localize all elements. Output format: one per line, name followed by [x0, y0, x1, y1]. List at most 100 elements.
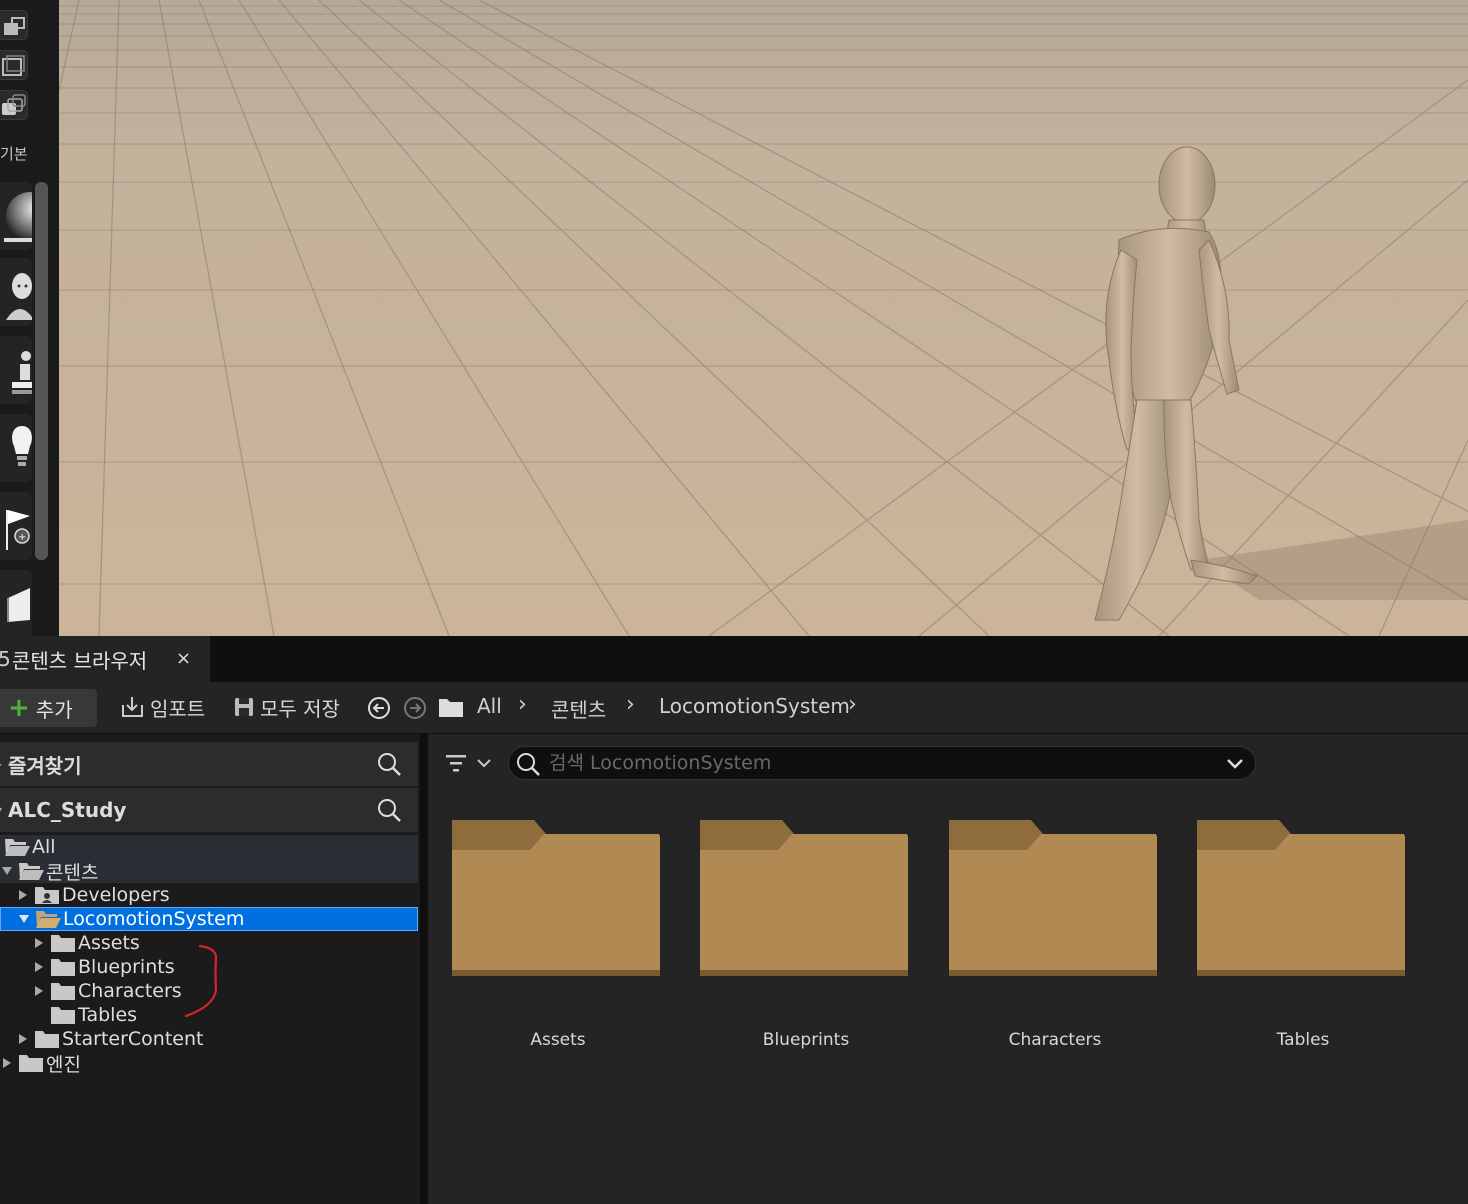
tree-item-label: Blueprints: [78, 956, 175, 978]
folder-tile-characters[interactable]: Characters: [947, 818, 1163, 1058]
sphere-icon[interactable]: [0, 182, 32, 250]
forward-arrow-icon[interactable]: [402, 695, 428, 721]
project-header[interactable]: ▾ ALC_Study: [0, 788, 418, 832]
chevron-down-icon[interactable]: [1225, 754, 1245, 774]
tree-item-label: LocomotionSystem: [63, 908, 245, 930]
tree-item-label: 콘텐츠: [46, 861, 99, 884]
place-actor-stack-icon[interactable]: [0, 90, 28, 120]
place-actor-cube-icon[interactable]: [0, 10, 28, 40]
tab-glyph: 5: [0, 647, 11, 671]
breadcrumb-chevron-icon[interactable]: ›: [626, 692, 635, 717]
tree-item-label: StarterContent: [62, 1028, 204, 1050]
close-icon[interactable]: ×: [176, 648, 191, 669]
place-actor-plane-icon[interactable]: [0, 50, 28, 80]
folder-tile-assets[interactable]: Assets: [450, 818, 666, 1058]
import-icon: [122, 697, 143, 717]
filter-icon: [446, 755, 491, 772]
open-folder-icon: [18, 861, 44, 881]
light-bulb-icon[interactable]: [0, 414, 32, 482]
pawn-icon[interactable]: [0, 336, 32, 404]
folder-icon: [50, 933, 76, 953]
place-actors-panel: 기본 +: [0, 0, 59, 638]
toolbar-scrollbar[interactable]: [35, 182, 48, 560]
folder-icon: [452, 820, 660, 976]
open-folder-icon: [4, 837, 30, 857]
expand-caret-icon[interactable]: ▾: [0, 803, 8, 817]
collapse-arrow-icon[interactable]: [32, 961, 46, 973]
breadcrumb-all[interactable]: All: [477, 694, 502, 718]
open-folder-icon: [35, 909, 61, 929]
save-all-button[interactable]: 모두 저장: [232, 692, 340, 722]
tab-title: 콘텐츠 브라우저: [12, 648, 148, 673]
tree-item-content[interactable]: 콘텐츠: [0, 859, 418, 884]
folder-icon: [949, 820, 1157, 976]
collapse-arrow-icon[interactable]: [16, 1033, 30, 1045]
tree-item-label: Tables: [78, 1004, 138, 1026]
character-icon[interactable]: [0, 258, 32, 326]
tree-item-engine[interactable]: 엔진: [0, 1051, 418, 1076]
search-input[interactable]: [549, 750, 1209, 776]
tree-item-startercontent[interactable]: StarterContent: [0, 1027, 418, 1051]
panel-splitter[interactable]: [420, 734, 428, 1204]
level-viewport[interactable]: [59, 0, 1468, 636]
breadcrumb-locomotion[interactable]: LocomotionSystem: [659, 694, 850, 718]
tree-item-label: 엔진: [46, 1053, 81, 1076]
asset-search-box[interactable]: [508, 746, 1256, 780]
folder-icon: [700, 820, 908, 976]
search-icon[interactable]: [376, 797, 402, 823]
breadcrumb-chevron-icon[interactable]: ›: [518, 692, 527, 717]
svg-text:+: +: [18, 532, 26, 543]
folder-tile-blueprints[interactable]: Blueprints: [698, 818, 914, 1058]
collapse-arrow-icon[interactable]: [16, 889, 30, 901]
search-icon: [517, 753, 540, 776]
folder-icon: [50, 957, 76, 977]
folder-label: Characters: [1008, 1030, 1102, 1050]
breadcrumb-chevron-icon[interactable]: ›: [848, 692, 857, 717]
search-icon[interactable]: [376, 751, 402, 777]
folder-icon: [1197, 820, 1405, 976]
expand-arrow-icon[interactable]: [17, 914, 31, 924]
expand-arrow-icon[interactable]: [0, 866, 14, 876]
project-title: ALC_Study: [8, 798, 127, 822]
breadcrumb-content[interactable]: 콘텐츠: [551, 694, 606, 723]
tree-item-label: Assets: [78, 932, 140, 954]
collapse-arrow-icon[interactable]: [0, 1057, 14, 1069]
tree-item-label: All: [32, 836, 56, 858]
back-arrow-icon[interactable]: [366, 695, 392, 721]
add-button[interactable]: + 추가: [0, 689, 97, 727]
folder-tile-tables[interactable]: Tables: [1195, 818, 1411, 1058]
player-start-flag-icon[interactable]: +: [0, 492, 32, 560]
save-all-label: 모두 저장: [260, 696, 340, 721]
import-button[interactable]: 임포트: [120, 692, 205, 722]
content-browser-toolbar: + 추가 임포트 모두 저장 All › 콘텐츠 › LocomotionSys…: [0, 682, 1468, 734]
folder-label: Assets: [530, 1030, 586, 1050]
import-label: 임포트: [150, 696, 206, 721]
annotation-bracket: [184, 944, 218, 1018]
tree-item-developers[interactable]: Developers: [0, 883, 418, 907]
folder-icon: [50, 981, 76, 1001]
plus-icon: +: [8, 693, 30, 723]
collapse-arrow-icon[interactable]: [32, 937, 46, 949]
folder-icon: [34, 1029, 60, 1049]
folder-label: Tables: [1276, 1030, 1330, 1050]
folder-icon: [18, 1053, 44, 1073]
developer-folder-icon: [34, 885, 60, 905]
collapse-arrow-icon[interactable]: [32, 985, 46, 997]
volume-icon[interactable]: [0, 570, 32, 638]
collapse-caret-icon[interactable]: ▸: [0, 757, 8, 771]
folder-label: Blueprints: [762, 1030, 850, 1050]
tree-item-locomotionsystem[interactable]: LocomotionSystem: [0, 907, 418, 931]
folder-icon: [50, 1005, 76, 1025]
favorites-header[interactable]: ▸ 즐겨찾기: [0, 742, 418, 786]
filter-button[interactable]: [444, 752, 494, 780]
save-icon: [235, 698, 253, 716]
favorites-title: 즐겨찾기: [8, 753, 82, 778]
asset-view: Assets Blueprints Characters Tables: [428, 734, 1468, 1204]
folder-icon[interactable]: [438, 696, 464, 718]
category-basic-label: 기본: [0, 145, 28, 163]
add-button-label: 추가: [35, 697, 73, 722]
tree-item-all[interactable]: All: [0, 835, 418, 859]
tab-content-browser[interactable]: 5 콘텐츠 브라우저 ×: [0, 636, 210, 682]
content-browser-tab-bar: 5 콘텐츠 브라우저 ×: [0, 636, 1468, 682]
tree-item-label: Characters: [78, 980, 182, 1002]
